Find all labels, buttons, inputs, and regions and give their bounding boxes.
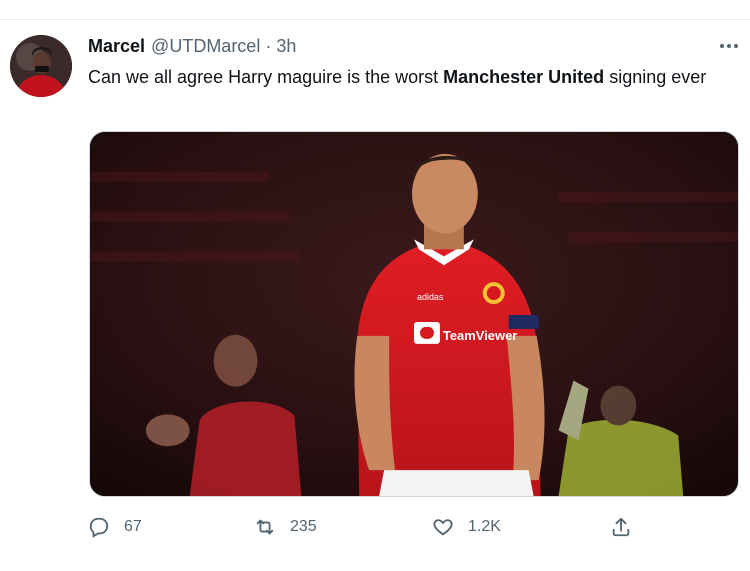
brand-text: adidas: [417, 292, 444, 302]
player-photo: TeamViewer adidas: [90, 132, 738, 496]
share-icon: [612, 517, 630, 537]
author-name[interactable]: Marcel: [88, 36, 145, 57]
author-handle[interactable]: @UTDMarcel: [151, 36, 260, 57]
reply-count: 67: [124, 518, 142, 535]
sponsor-text: TeamViewer: [443, 328, 517, 343]
tweet-text-bold: Manchester United: [443, 67, 605, 87]
tweet-media-image[interactable]: TeamViewer adidas: [89, 131, 739, 497]
avatar-image: [10, 35, 72, 97]
top-divider: [0, 19, 750, 20]
tweet-actions: 67 235 1.2K: [88, 512, 648, 542]
tweet-header: Marcel @UTDMarcel · 3h: [88, 36, 296, 60]
tweet-text-part1: Can we all agree Harry maguire is the wo…: [88, 67, 444, 87]
reply-button[interactable]: 67: [88, 512, 142, 542]
tweet-text-part2: signing ever: [604, 67, 707, 87]
tweet-text: Can we all agree Harry maguire is the wo…: [88, 64, 718, 90]
reply-icon: [89, 517, 109, 538]
heart-icon: [433, 519, 453, 536]
avatar[interactable]: [10, 35, 72, 97]
like-button[interactable]: 1.2K: [432, 512, 501, 542]
timestamp[interactable]: 3h: [276, 36, 296, 57]
separator-dot: ·: [265, 36, 272, 56]
retweet-count: 235: [290, 518, 317, 535]
retweet-icon: [256, 519, 274, 535]
share-button[interactable]: [610, 512, 646, 542]
retweet-button[interactable]: 235: [254, 512, 317, 542]
like-count: 1.2K: [468, 518, 501, 535]
more-horizontal-icon[interactable]: [716, 36, 742, 56]
